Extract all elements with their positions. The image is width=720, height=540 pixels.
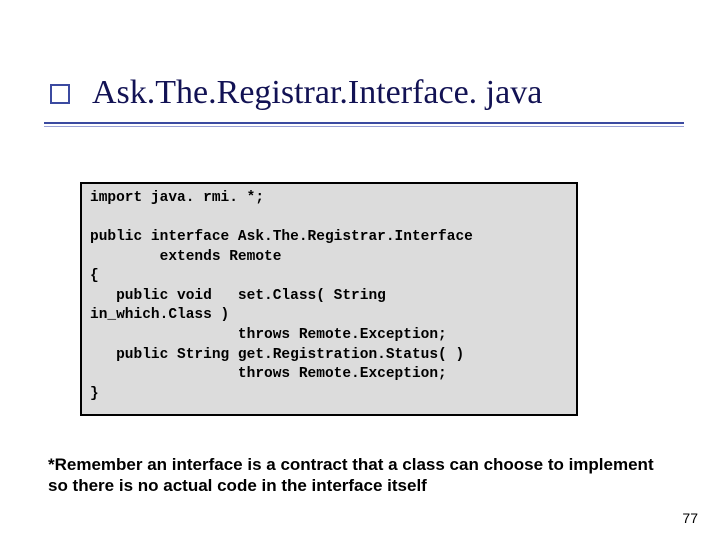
slide: Ask.The.Registrar.Interface. java import… xyxy=(0,0,720,540)
code-box: import java. rmi. *; public interface As… xyxy=(80,182,578,416)
title-underline-thin xyxy=(44,126,684,127)
slide-title: Ask.The.Registrar.Interface. java xyxy=(92,74,680,112)
title-block: Ask.The.Registrar.Interface. java xyxy=(44,74,680,112)
title-underline xyxy=(44,122,684,124)
bullet-icon xyxy=(50,84,70,104)
code-content: import java. rmi. *; public interface As… xyxy=(90,189,568,404)
page-number: 77 xyxy=(682,510,698,526)
footer-note: *Remember an interface is a contract tha… xyxy=(48,454,668,497)
